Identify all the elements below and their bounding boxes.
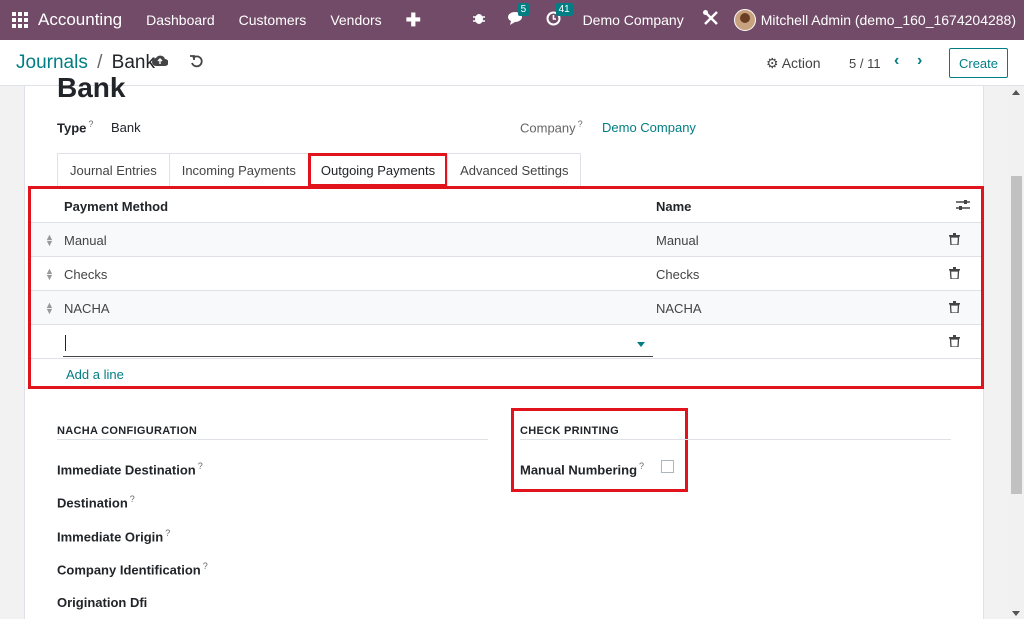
scrollbar-thumb[interactable] — [1011, 176, 1022, 494]
company-identification-label: Company Identification? — [57, 561, 208, 578]
table-row[interactable]: ▲ ▼ Manual Manual — [31, 223, 981, 257]
pager-next-icon[interactable]: › — [917, 52, 922, 70]
vertical-scrollbar[interactable] — [1009, 86, 1024, 619]
messages-icon[interactable]: 5 — [507, 3, 530, 29]
tab-advanced-settings[interactable]: Advanced Settings — [447, 153, 582, 187]
notebook-tabs: Journal Entries Incoming Payments Outgoi… — [57, 153, 582, 187]
trash-icon[interactable] — [949, 267, 960, 282]
column-name[interactable]: Name — [656, 199, 691, 214]
nacha-section-title: NACHA CONFIGURATION — [57, 425, 488, 440]
manual-numbering-label: Manual Numbering? — [520, 461, 645, 478]
row-payment-method[interactable]: Checks — [64, 267, 107, 282]
tab-outgoing-payments[interactable]: Outgoing Payments — [307, 153, 449, 187]
control-panel: Journals / Bank ⚙ Action 5 / 11 ‹ › Crea… — [0, 40, 1024, 86]
app-name[interactable]: Accounting — [38, 10, 122, 30]
breadcrumb-separator: / — [97, 52, 103, 73]
payment-method-select[interactable] — [63, 331, 653, 357]
immediate-origin-label: Immediate Origin? — [57, 528, 171, 545]
trash-icon[interactable] — [949, 301, 960, 316]
row-payment-method[interactable]: NACHA — [64, 301, 110, 316]
outgoing-payments-table: Payment Method Name ▲ ▼ Manual Manual ▲ ▼ … — [28, 186, 984, 389]
trash-icon[interactable] — [949, 335, 960, 350]
drag-handle-icon[interactable]: ▲ ▼ — [45, 301, 54, 316]
immediate-destination-label: Immediate Destination? — [57, 461, 203, 478]
breadcrumb: Journals / Bank — [16, 52, 155, 74]
top-navbar: Accounting Dashboard Customers Vendors ✚… — [0, 0, 1024, 40]
menu-vendors[interactable]: Vendors — [330, 12, 381, 28]
add-line-link[interactable]: Add a line — [66, 367, 124, 382]
row-name[interactable]: Manual — [656, 233, 699, 248]
activities-badge: 41 — [555, 2, 573, 16]
user-menu[interactable]: Mitchell Admin (demo_160_1674204288) — [761, 12, 1016, 28]
messages-badge: 5 — [517, 3, 530, 16]
discard-undo-icon[interactable] — [189, 54, 203, 71]
activities-icon[interactable]: 41 — [546, 2, 573, 30]
scroll-up-icon[interactable] — [1012, 90, 1020, 95]
breadcrumb-journals[interactable]: Journals — [16, 52, 88, 73]
table-header: Payment Method Name — [31, 189, 981, 223]
form-sheet: Bank Type? Bank Company? Demo Company Jo… — [24, 72, 984, 619]
tab-journal-entries[interactable]: Journal Entries — [57, 153, 170, 187]
row-name[interactable]: Checks — [656, 267, 699, 282]
check-printing-section-title: CHECK PRINTING — [520, 425, 951, 440]
create-button[interactable]: Create — [949, 48, 1008, 78]
check-printing-highlight — [511, 408, 688, 492]
drag-handle-icon[interactable]: ▲ ▼ — [45, 267, 54, 282]
destination-label: Destination? — [57, 494, 135, 511]
user-avatar[interactable] — [733, 9, 756, 31]
debug-icon[interactable] — [472, 11, 486, 29]
pager-value[interactable]: 5 / 11 — [849, 56, 881, 71]
menu-customers[interactable]: Customers — [239, 12, 307, 28]
menu-dashboard[interactable]: Dashboard — [146, 12, 215, 28]
manual-numbering-checkbox[interactable] — [661, 460, 674, 473]
company-switcher[interactable]: Demo Company — [583, 12, 684, 28]
company-value[interactable]: Demo Company — [602, 120, 696, 135]
breadcrumb-current: Bank — [111, 52, 155, 73]
save-cloud-icon[interactable] — [152, 54, 169, 71]
table-row[interactable]: ▲ ▼ Checks Checks — [31, 257, 981, 291]
tab-incoming-payments[interactable]: Incoming Payments — [168, 153, 309, 187]
action-menu-button[interactable]: ⚙ Action — [766, 55, 821, 72]
optional-columns-icon[interactable] — [955, 198, 971, 212]
pager-prev-icon[interactable]: ‹ — [894, 52, 899, 70]
row-name[interactable]: NACHA — [656, 301, 702, 316]
scroll-down-icon[interactable] — [1012, 611, 1020, 616]
table-row[interactable]: ▲ ▼ NACHA NACHA — [31, 291, 981, 325]
company-label: Company? — [520, 119, 583, 136]
quick-create-icon[interactable]: ✚ — [406, 10, 421, 31]
origination-dfi-label: Origination Dfi — [57, 595, 148, 610]
chevron-down-icon[interactable] — [637, 342, 645, 347]
record-title[interactable]: Bank — [57, 72, 125, 104]
type-value[interactable]: Bank — [111, 120, 141, 135]
type-label: Type? — [57, 119, 94, 136]
row-payment-method[interactable]: Manual — [64, 233, 107, 248]
action-label: Action — [781, 55, 821, 71]
table-row-editing[interactable] — [31, 325, 981, 359]
settings-tools-icon[interactable] — [702, 9, 720, 31]
gear-icon: ⚙ — [766, 55, 779, 71]
trash-icon[interactable] — [949, 233, 960, 248]
drag-handle-icon[interactable]: ▲ ▼ — [45, 233, 54, 248]
column-payment-method[interactable]: Payment Method — [64, 199, 168, 214]
